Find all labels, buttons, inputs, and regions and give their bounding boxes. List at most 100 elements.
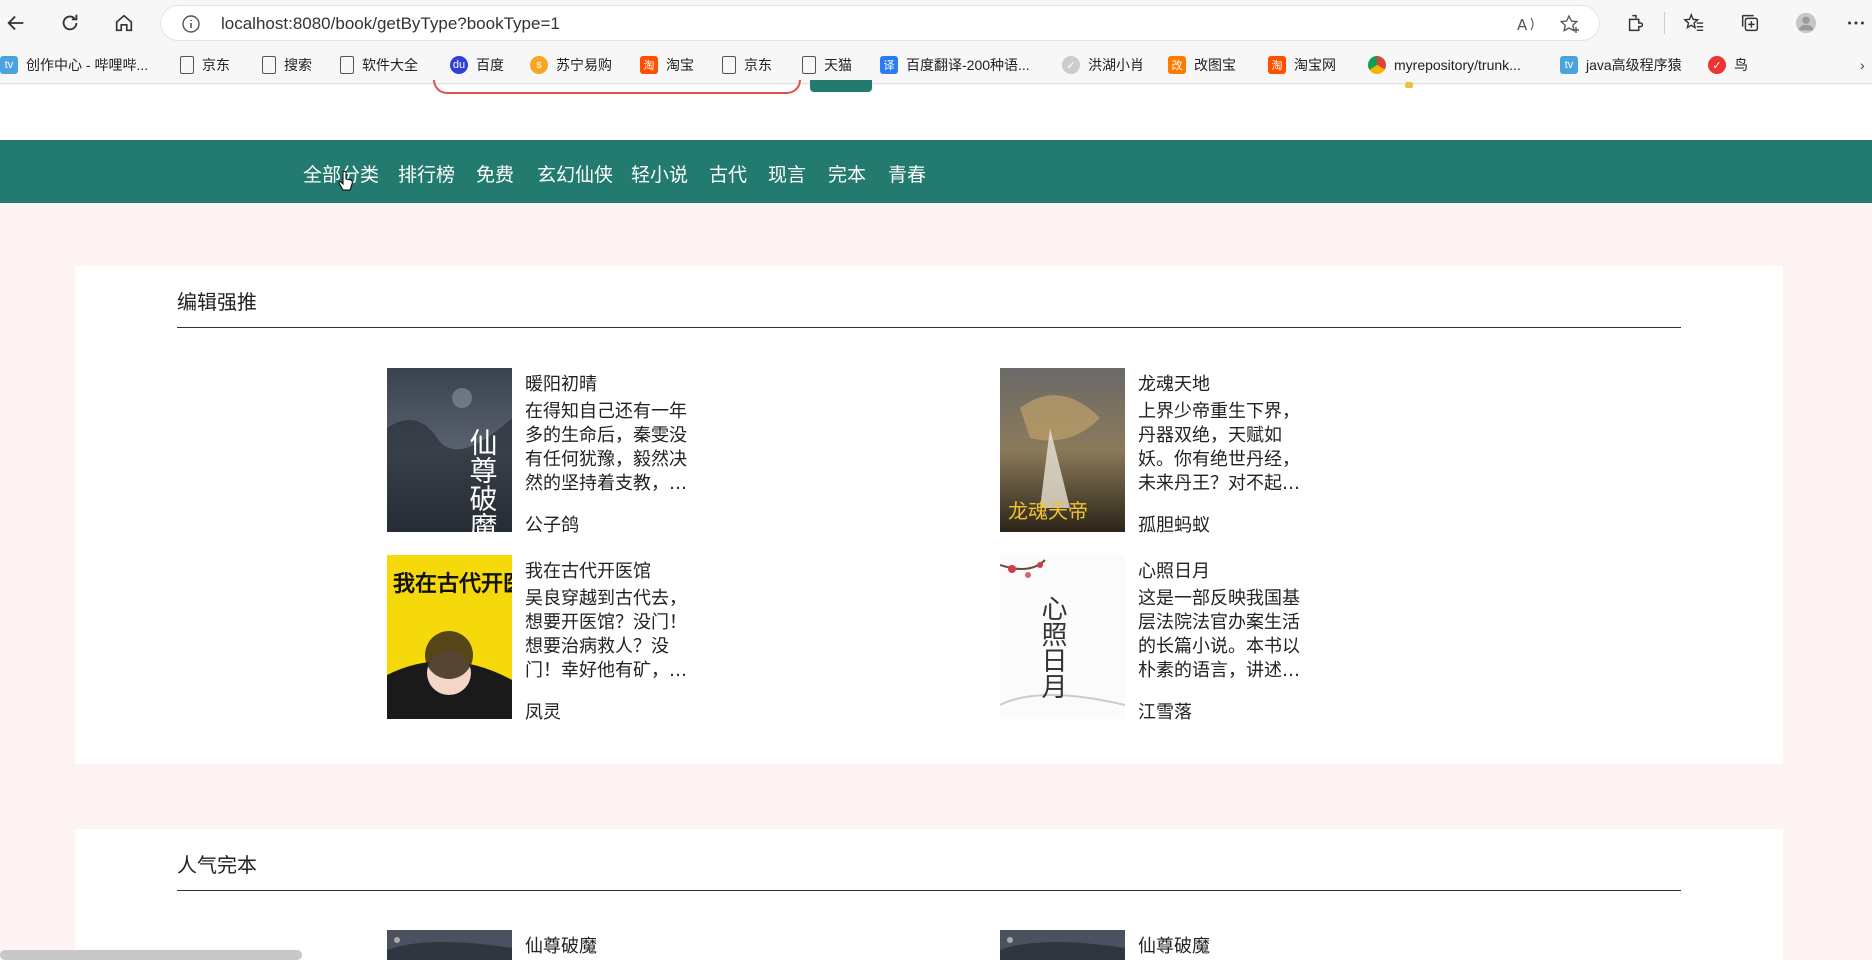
book-title[interactable]: 龙魂天地 <box>1138 370 1210 396</box>
toolbar-divider <box>1664 12 1665 34</box>
book-card[interactable]: 心照日月 心照日月 这是一部反映我国基层法院法官办案生活的长篇小说。本书以朴素的… <box>1000 555 1340 723</box>
page-icon <box>802 56 816 74</box>
search-button[interactable] <box>810 80 872 92</box>
book-cover[interactable]: 龙魂天帝 <box>1000 368 1125 532</box>
book-cover[interactable] <box>1000 930 1125 960</box>
extensions-icon[interactable] <box>1620 7 1652 39</box>
nav-item[interactable]: 排行榜 <box>398 160 455 187</box>
nav-item[interactable]: 古代 <box>709 160 747 187</box>
book-cover[interactable]: 仙尊破魔 <box>387 368 512 532</box>
cover-title-text: 仙尊破魔 <box>466 428 499 532</box>
bookmark-label: 搜索 <box>284 57 312 73</box>
bookmark-item[interactable]: 京东 <box>722 54 772 76</box>
editor-picks-section: 编辑强推 仙尊破魔 暖阳初晴 在得知自己还有一年多的生命后，秦雯没有任何犹豫，毅… <box>75 266 1783 764</box>
bookmark-item[interactable]: ✓ 洪湖小肖 <box>1062 54 1144 76</box>
gaitubao-icon: 改 <box>1168 56 1186 74</box>
bookmark-label: java高级程序猿 <box>1586 57 1682 73</box>
nav-item[interactable]: 玄幻仙侠 <box>537 160 613 187</box>
bookmark-item[interactable]: myrepository/trunk... <box>1368 54 1521 76</box>
bookmark-label: 软件大全 <box>362 57 418 73</box>
nav-item[interactable]: 免费 <box>476 160 514 187</box>
bookmark-item[interactable]: s 苏宁易购 <box>530 54 612 76</box>
bookmark-item[interactable]: 软件大全 <box>340 54 418 76</box>
section-divider <box>177 890 1681 891</box>
cover-title-text: 龙魂天帝 <box>1008 499 1088 523</box>
bookmark-item[interactable]: 淘淘宝 <box>640 54 694 76</box>
book-cover[interactable]: 心照日月 <box>1000 555 1125 719</box>
bird-icon: ✓ <box>1708 56 1726 74</box>
search-input[interactable] <box>433 80 801 94</box>
bookmark-item[interactable]: 天猫 <box>802 54 852 76</box>
bookmark-item[interactable]: 改改图宝 <box>1168 54 1236 76</box>
baidu-icon: du <box>450 56 468 74</box>
book-title[interactable]: 仙尊破魔 <box>525 932 597 958</box>
book-author[interactable]: 孤胆蚂蚁 <box>1138 511 1210 537</box>
bookmark-label: 京东 <box>202 57 230 73</box>
url-text[interactable]: localhost:8080/book/getByType?bookType=1 <box>221 14 560 34</box>
more-menu-icon[interactable] <box>1840 7 1872 39</box>
section-divider <box>177 327 1681 328</box>
book-cover[interactable]: 我在古代开医馆 <box>387 555 512 719</box>
page-icon <box>262 56 276 74</box>
collections-icon[interactable] <box>1734 7 1766 39</box>
site-header <box>0 85 1872 140</box>
bookmark-item[interactable]: tv 创作中心 - 哔哩哔... <box>0 54 148 76</box>
favorite-add-icon[interactable] <box>1559 14 1581 34</box>
nav-item[interactable]: 轻小说 <box>631 160 688 187</box>
bookmark-label: 京东 <box>744 57 772 73</box>
book-card[interactable]: 仙尊破魔 <box>1000 930 1340 960</box>
section-title: 编辑强推 <box>177 290 257 314</box>
nav-item[interactable]: 完本 <box>828 160 866 187</box>
book-cover[interactable] <box>387 930 512 960</box>
favorites-icon[interactable] <box>1678 7 1710 39</box>
horizontal-scrollbar[interactable] <box>0 950 302 960</box>
header-icon <box>1405 82 1413 88</box>
page-icon <box>722 56 736 74</box>
bookmark-item[interactable]: 京东 <box>180 54 230 76</box>
back-arrow-icon[interactable] <box>0 7 32 39</box>
read-aloud-icon[interactable]: A <box>1517 14 1539 34</box>
profile-avatar-icon[interactable] <box>1790 7 1822 39</box>
bookmark-item[interactable]: 搜索 <box>262 54 312 76</box>
cover-title-text: 心照日月 <box>1037 595 1067 699</box>
nav-item[interactable]: 青春 <box>888 160 926 187</box>
bookmark-label: 天猫 <box>824 57 852 73</box>
bookmark-item[interactable]: tv java高级程序猿 <box>1560 54 1682 76</box>
page-icon <box>180 56 194 74</box>
bookmark-label: 改图宝 <box>1194 57 1236 73</box>
address-bar[interactable]: localhost:8080/book/getByType?bookType=1… <box>160 5 1600 41</box>
book-title[interactable]: 心照日月 <box>1138 557 1210 583</box>
bookmark-label: 淘宝网 <box>1294 57 1336 73</box>
book-title[interactable]: 我在古代开医馆 <box>525 557 651 583</box>
book-card[interactable]: 我在古代开医馆 我在古代开医馆 吴良穿越到古代去，想要开医馆？没门！想要治病救人… <box>387 555 727 723</box>
bookmark-item[interactable]: 淘淘宝网 <box>1268 54 1336 76</box>
bookmarks-bar: tv 创作中心 - 哔哩哔... 京东 搜索 软件大全 du 百度 s 苏宁易购 淘淘… <box>0 46 1872 84</box>
book-card[interactable]: 龙魂天帝 龙魂天地 上界少帝重生下界，丹器双绝，天赋如妖。你有绝世丹经，未来丹王… <box>1000 368 1340 536</box>
bookmark-label: 洪湖小肖 <box>1088 57 1144 73</box>
page-icon <box>340 56 354 74</box>
bookmark-item[interactable]: 译百度翻译-200种语... <box>880 54 1030 76</box>
bookmark-label: 创作中心 - 哔哩哔... <box>26 57 149 73</box>
section-title: 人气完本 <box>177 853 257 877</box>
book-description: 吴良穿越到古代去，想要开医馆？没门！想要治病救人？没门！幸好他有矿，有技术有钱.… <box>525 588 687 681</box>
bookmark-label: 鸟 <box>1734 57 1748 73</box>
book-title[interactable]: 仙尊破魔 <box>1138 932 1210 958</box>
book-title[interactable]: 暖阳初晴 <box>525 370 597 396</box>
bookmark-label: 百度翻译-200种语... <box>906 57 1030 73</box>
nav-item[interactable]: 现言 <box>768 160 806 187</box>
bookmarks-overflow-chevron-icon[interactable]: › <box>1860 54 1865 76</box>
bird-icon: ✓ <box>1062 56 1080 74</box>
book-description: 这是一部反映我国基层法院法官办案生活的长篇小说。本书以朴素的语言，讲述了一群基.… <box>1138 588 1300 681</box>
info-icon[interactable] <box>181 14 201 34</box>
home-icon[interactable] <box>108 7 140 39</box>
book-author[interactable]: 江雪落 <box>1138 698 1192 724</box>
bookmark-label: 淘宝 <box>666 57 694 73</box>
svg-text:A: A <box>1517 16 1528 34</box>
refresh-icon[interactable] <box>54 7 86 39</box>
book-card[interactable]: 仙尊破魔 暖阳初晴 在得知自己还有一年多的生命后，秦雯没有任何犹豫，毅然决然的坚… <box>387 368 727 536</box>
book-author[interactable]: 公子鸽 <box>525 511 579 537</box>
book-card[interactable]: 仙尊破魔 <box>387 930 727 960</box>
bookmark-item[interactable]: ✓ 鸟 <box>1708 54 1748 76</box>
book-author[interactable]: 凤灵 <box>525 698 561 724</box>
bookmark-item[interactable]: du 百度 <box>450 54 504 76</box>
